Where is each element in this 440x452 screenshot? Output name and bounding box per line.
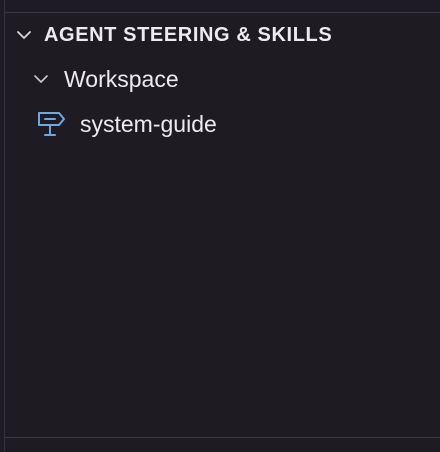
top-divider <box>5 12 440 13</box>
tree-group-label: Workspace <box>64 65 179 92</box>
panel-left-border <box>4 0 5 452</box>
signpost-icon <box>34 109 68 139</box>
chevron-down-icon <box>30 68 52 90</box>
tree-item-system-guide[interactable]: system-guide <box>34 108 217 140</box>
steering-skills-panel: AGENT STEERING & SKILLS Workspace system… <box>0 0 440 452</box>
section-header-agent-steering[interactable]: AGENT STEERING & SKILLS <box>12 20 332 50</box>
section-title: AGENT STEERING & SKILLS <box>44 23 333 46</box>
chevron-down-icon <box>12 23 36 47</box>
tree-item-label: system-guide <box>80 110 217 137</box>
bottom-divider <box>5 437 440 438</box>
tree-group-workspace[interactable]: Workspace <box>30 64 179 94</box>
